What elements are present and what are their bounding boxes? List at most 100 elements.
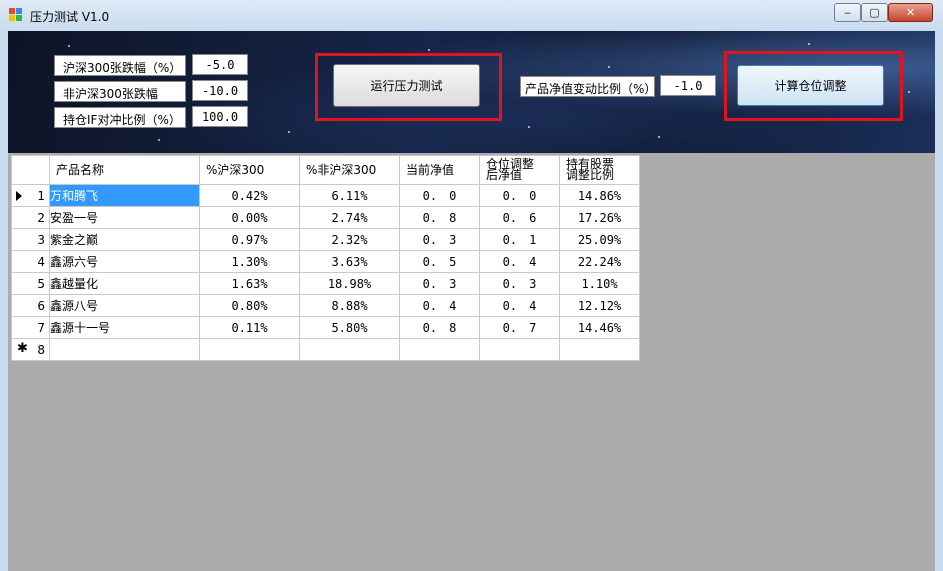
table-row[interactable]: 7 鑫源十一号 0.11% 5.80% 0. 8 0. 7 14.46% [11,316,640,339]
cell-non-hs300[interactable]: 5.80% [299,316,400,339]
app-icon [9,8,23,22]
cell-non-hs300[interactable] [299,338,400,361]
cell-current-nav[interactable]: 0. 3 [399,228,480,251]
minimize-button[interactable]: ‒ [834,3,861,22]
cell-current-nav[interactable]: 0. 8 [399,316,480,339]
cell-product-name[interactable]: 鑫越量化 [49,272,200,295]
cell-hs300[interactable]: 0.97% [199,228,300,251]
title-bar: 压力测试 V1.0 ‒ ▢ ✕ [0,0,943,32]
row-header[interactable]: 4 [11,250,50,273]
col-current-nav[interactable]: 当前净值 [399,155,480,185]
cell-adjusted-nav[interactable]: 0. 3 [479,272,560,295]
cell-stock-adjust-ratio[interactable]: 14.46% [559,316,640,339]
row-header[interactable]: ✱ 8 [11,338,50,361]
cell-hs300[interactable]: 0.80% [199,294,300,317]
row-index: 6 [37,298,45,313]
nav-change-input[interactable]: -1.0 [660,75,716,96]
cell-current-nav[interactable]: 0. 0 [399,184,480,207]
row-header[interactable]: 2 [11,206,50,229]
cell-hs300[interactable]: 0.42% [199,184,300,207]
cell-product-name[interactable] [49,338,200,361]
row-header-corner[interactable] [11,155,50,185]
cell-hs300[interactable] [199,338,300,361]
cell-stock-adjust-ratio[interactable]: 1.10% [559,272,640,295]
cell-hs300[interactable]: 1.63% [199,272,300,295]
cell-current-nav[interactable]: 0. 3 [399,272,480,295]
cell-non-hs300[interactable]: 8.88% [299,294,400,317]
row-header[interactable]: 3 [11,228,50,251]
cell-hs300[interactable]: 0.00% [199,206,300,229]
cell-hs300[interactable]: 0.11% [199,316,300,339]
row-index: 4 [37,254,45,269]
row-header[interactable]: 5 [11,272,50,295]
window-frame-right [935,31,943,571]
cell-stock-adjust-ratio[interactable]: 22.24% [559,250,640,273]
cell-adjusted-nav[interactable]: 0. 7 [479,316,560,339]
row-index: 7 [37,320,45,335]
close-button[interactable]: ✕ [888,3,933,22]
cell-adjusted-nav[interactable]: 0. 4 [479,294,560,317]
cell-stock-adjust-ratio[interactable]: 25.09% [559,228,640,251]
col-stock-adjust-ratio[interactable]: 持有股票 调整比例 [559,155,640,185]
row-index: 5 [37,276,45,291]
cell-stock-adjust-ratio[interactable] [559,338,640,361]
cell-adjusted-nav[interactable]: 0. 0 [479,184,560,207]
table-row[interactable]: 5 鑫越量化 1.63% 18.98% 0. 3 0. 3 1.10% [11,272,640,295]
table-row[interactable]: 2 安盈一号 0.00% 2.74% 0. 8 0. 6 17.26% [11,206,640,229]
maximize-button[interactable]: ▢ [861,3,888,22]
cell-hs300[interactable]: 1.30% [199,250,300,273]
cell-current-nav[interactable] [399,338,480,361]
row-index: 3 [37,232,45,247]
if-hedge-ratio-input[interactable]: 100.0 [192,106,248,127]
hs300-change-label: 沪深300张跌幅（%） [54,55,186,76]
non-hs300-change-input[interactable]: -10.0 [192,80,248,101]
cell-adjusted-nav[interactable]: 0. 4 [479,250,560,273]
window-frame-left [0,31,8,571]
row-index: 8 [37,342,45,357]
cell-adjusted-nav[interactable]: 0. 1 [479,228,560,251]
cell-stock-adjust-ratio[interactable]: 17.26% [559,206,640,229]
current-row-arrow-icon [16,191,22,201]
cell-non-hs300[interactable]: 18.98% [299,272,400,295]
row-header[interactable]: 6 [11,294,50,317]
cell-non-hs300[interactable]: 6.11% [299,184,400,207]
cell-stock-adjust-ratio[interactable]: 12.12% [559,294,640,317]
calculate-position-adjustment-button[interactable]: 计算仓位调整 [737,65,884,106]
run-stress-test-button[interactable]: 运行压力测试 [333,64,480,107]
col-product-name[interactable]: 产品名称 [49,155,200,185]
new-row[interactable]: ✱ 8 [11,338,640,361]
table-row[interactable]: 1 万和腾飞 0.42% 6.11% 0. 0 0. 0 14.86% [11,184,640,207]
hs300-change-input[interactable]: -5.0 [192,54,248,75]
cell-product-name[interactable]: 万和腾飞 [49,184,200,207]
row-index: 1 [37,188,45,203]
if-hedge-ratio-label: 持仓IF对冲比例（%） [54,107,186,128]
cell-product-name[interactable]: 鑫源六号 [49,250,200,273]
table-row[interactable]: 4 鑫源六号 1.30% 3.63% 0. 5 0. 4 22.24% [11,250,640,273]
cell-current-nav[interactable]: 0. 8 [399,206,480,229]
cell-product-name[interactable]: 紫金之巅 [49,228,200,251]
cell-non-hs300[interactable]: 3.63% [299,250,400,273]
row-header[interactable]: 7 [11,316,50,339]
table-row[interactable]: 3 紫金之巅 0.97% 2.32% 0. 3 0. 1 25.09% [11,228,640,251]
cell-non-hs300[interactable]: 2.32% [299,228,400,251]
control-banner: 沪深300张跌幅（%） -5.0 非沪深300张跌幅（%） -10.0 持仓IF… [8,31,935,153]
cell-product-name[interactable]: 鑫源八号 [49,294,200,317]
cell-product-name[interactable]: 安盈一号 [49,206,200,229]
table-row[interactable]: 6 鑫源八号 0.80% 8.88% 0. 4 0. 4 12.12% [11,294,640,317]
new-row-star-icon: ✱ [17,341,28,356]
row-index: 2 [37,210,45,225]
col-adjusted-nav[interactable]: 仓位调整 后净值 [479,155,560,185]
cell-product-name[interactable]: 鑫源十一号 [49,316,200,339]
cell-stock-adjust-ratio[interactable]: 14.86% [559,184,640,207]
cell-adjusted-nav[interactable] [479,338,560,361]
col-non-hs300[interactable]: %非沪深300 [299,155,400,185]
row-header[interactable]: 1 [11,184,50,207]
cell-current-nav[interactable]: 0. 4 [399,294,480,317]
col-hs300[interactable]: %沪深300 [199,155,300,185]
results-grid-area: 产品名称 %沪深300 %非沪深300 当前净值 仓位调整 后净值 持有股票 调… [8,153,935,571]
window-title: 压力测试 V1.0 [30,10,110,24]
cell-current-nav[interactable]: 0. 5 [399,250,480,273]
cell-non-hs300[interactable]: 2.74% [299,206,400,229]
cell-adjusted-nav[interactable]: 0. 6 [479,206,560,229]
non-hs300-change-label: 非沪深300张跌幅（%） [54,81,186,118]
